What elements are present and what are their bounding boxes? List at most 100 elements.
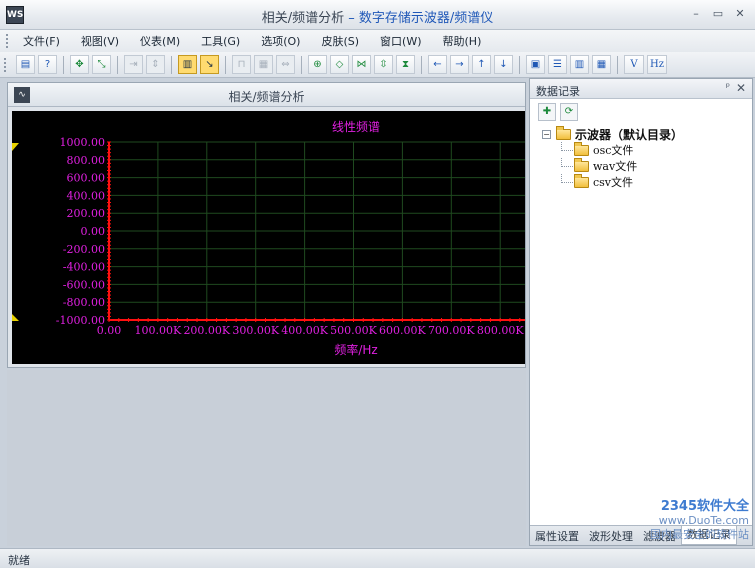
folder-open-icon xyxy=(556,125,571,140)
cursor-icon[interactable]: ↘ xyxy=(200,55,219,74)
window-title: 相关/频谱分析 – 数字存储示波器/频谱仪 xyxy=(0,7,755,26)
tree-item-osc[interactable]: osc文件 xyxy=(542,141,683,158)
y-tick-label: 800.00 xyxy=(67,154,106,167)
zoom-fit-icon[interactable]: ⋈ xyxy=(352,55,371,74)
panel-close-icon[interactable]: ✕ xyxy=(736,81,746,95)
watermark-brand: 2345软件大全 xyxy=(660,499,749,514)
folder-icon xyxy=(574,141,589,156)
help-icon[interactable]: ? xyxy=(38,55,57,74)
watermark: 2345软件大全 www.DuoTe.com 国内最安全的软件站 xyxy=(650,500,749,542)
close-button[interactable]: ✕ xyxy=(731,6,749,22)
x-tick-label: 600.00K xyxy=(379,324,426,337)
status-text: 就绪 xyxy=(8,554,30,567)
menu-help[interactable]: 帮助(H) xyxy=(435,33,495,49)
toolbar-separator xyxy=(63,55,64,74)
menu-view[interactable]: 视图(V) xyxy=(73,33,132,49)
move-icon[interactable]: ✥ xyxy=(70,55,89,74)
collapse-icon[interactable]: − xyxy=(542,129,551,139)
x-tick-label: 500.00K xyxy=(330,324,377,337)
resize-icon[interactable]: ⤡ xyxy=(92,55,111,74)
status-bar: 就绪 xyxy=(0,548,755,568)
fit-icon[interactable]: ⇔ xyxy=(276,55,295,74)
spectrum-chart[interactable]: 1000.00 800.00 600.00 400.00 200.00 0.00 -200.… xyxy=(12,111,525,364)
zoom-full-icon[interactable]: ⧗ xyxy=(396,55,415,74)
menu-file[interactable]: 文件(F) xyxy=(15,33,73,49)
toolbar-separator xyxy=(421,55,422,74)
data-record-panel: 数据记录 ᵖ ✕ ✚ ⟳ − 示波器（默认目录） osc文件 wav文件 csv… xyxy=(529,78,753,546)
data-record-header: 数据记录 ᵖ ✕ xyxy=(530,79,752,99)
menu-instrument[interactable]: 仪表(M) xyxy=(132,33,193,49)
pin-icon[interactable]: ᵖ xyxy=(726,82,730,93)
layout-3-icon[interactable]: ▥ xyxy=(570,55,589,74)
volt-unit-button[interactable]: V xyxy=(624,55,644,74)
arrow-down-icon[interactable]: ↓ xyxy=(494,55,513,74)
window-title-app: 数字存储示波器/频谱仪 xyxy=(358,11,494,26)
workspace-background xyxy=(7,370,526,546)
save-icon[interactable]: ▤ xyxy=(16,55,35,74)
file-tree: − 示波器（默认目录） osc文件 wav文件 csv文件 xyxy=(542,125,683,190)
data-record-title: 数据记录 xyxy=(536,85,580,98)
zoom-vertical-icon[interactable]: ⇳ xyxy=(374,55,393,74)
tree-item-csv[interactable]: csv文件 xyxy=(542,173,683,190)
refresh-icon[interactable]: ⟳ xyxy=(560,103,578,121)
layout-4-icon[interactable]: ▦ xyxy=(592,55,611,74)
menu-tools[interactable]: 工具(G) xyxy=(193,33,253,49)
x-tick-label: 300.00K xyxy=(232,324,279,337)
toolbar-grip[interactable] xyxy=(4,57,7,72)
layout-1-icon[interactable]: ▣ xyxy=(526,55,545,74)
x-tick-label: 400.00K xyxy=(281,324,328,337)
layout-2-icon[interactable]: ☰ xyxy=(548,55,567,74)
x-tick-label: 800.00K xyxy=(477,324,524,337)
zoom-horizontal-icon[interactable]: ◇ xyxy=(330,55,349,74)
folder-icon xyxy=(574,157,589,172)
y-tick-label: -200.00 xyxy=(63,243,105,256)
layer-icon[interactable]: ▦ xyxy=(254,55,273,74)
arrow-up-icon[interactable]: ↑ xyxy=(472,55,491,74)
tree-item-label[interactable]: wav文件 xyxy=(593,158,637,174)
x-tick-label: 700.00K xyxy=(428,324,475,337)
expand-icon[interactable]: ⇕ xyxy=(146,55,165,74)
y-tick-label: 600.00 xyxy=(67,172,106,185)
tree-item-wav[interactable]: wav文件 xyxy=(542,157,683,174)
tree-item-label[interactable]: csv文件 xyxy=(593,174,633,190)
tab-waveform-processing[interactable]: 波形处理 xyxy=(584,528,638,544)
chart-area[interactable]: 1000.00 800.00 600.00 400.00 200.00 0.00 -200.… xyxy=(12,111,525,364)
y-tick-label: -800.00 xyxy=(63,296,105,309)
toolbar-separator xyxy=(117,55,118,74)
zoom-in-icon[interactable]: ⊕ xyxy=(308,55,327,74)
maximize-button[interactable]: ▭ xyxy=(709,6,727,22)
toolbar-separator xyxy=(519,55,520,74)
x-axis-label: 频率/Hz xyxy=(334,342,377,357)
menu-window[interactable]: 窗口(W) xyxy=(372,33,434,49)
toolbar-separator xyxy=(301,55,302,74)
watermark-tagline: 国内最安全的软件站 xyxy=(650,528,749,541)
trigger-marker-bottom xyxy=(12,314,19,321)
x-tick-label: 0.00 xyxy=(97,324,122,337)
menu-grip[interactable] xyxy=(6,34,9,48)
folder-icon xyxy=(574,173,589,188)
minimize-button[interactable]: – xyxy=(687,6,705,22)
menu-skin[interactable]: 皮肤(S) xyxy=(313,33,372,49)
chart-title: 线性频谱 xyxy=(332,120,380,134)
dual-view-icon[interactable]: ▥ xyxy=(178,55,197,74)
x-tick-label: 100.00K xyxy=(135,324,182,337)
tree-root[interactable]: − 示波器（默认目录） xyxy=(542,125,683,143)
chart-panel: ∿ 相关/频谱分析 1000.00 800.00 600.00 400.00 200.0… xyxy=(7,82,526,368)
watermark-url: www.DuoTe.com xyxy=(658,514,749,527)
tree-connector xyxy=(561,174,573,183)
window-title-main: 相关/频谱分析 xyxy=(261,11,345,26)
shrink-icon[interactable]: ⇥ xyxy=(124,55,143,74)
chart-panel-header: ∿ 相关/频谱分析 xyxy=(8,83,525,107)
toolbar-separator xyxy=(225,55,226,74)
tree-connector xyxy=(561,142,573,151)
new-file-icon[interactable]: ✚ xyxy=(538,103,556,121)
hertz-unit-button[interactable]: Hz xyxy=(647,55,667,74)
tree-root-label[interactable]: 示波器（默认目录） xyxy=(575,126,683,143)
arrow-left-icon[interactable]: ← xyxy=(428,55,447,74)
y-tick-label: 1000.00 xyxy=(60,136,106,149)
tree-item-label[interactable]: osc文件 xyxy=(593,142,633,158)
pulse-icon[interactable]: ⊓ xyxy=(232,55,251,74)
tab-properties[interactable]: 属性设置 xyxy=(530,528,584,544)
menu-options[interactable]: 选项(O) xyxy=(253,33,313,49)
arrow-right-icon[interactable]: → xyxy=(450,55,469,74)
